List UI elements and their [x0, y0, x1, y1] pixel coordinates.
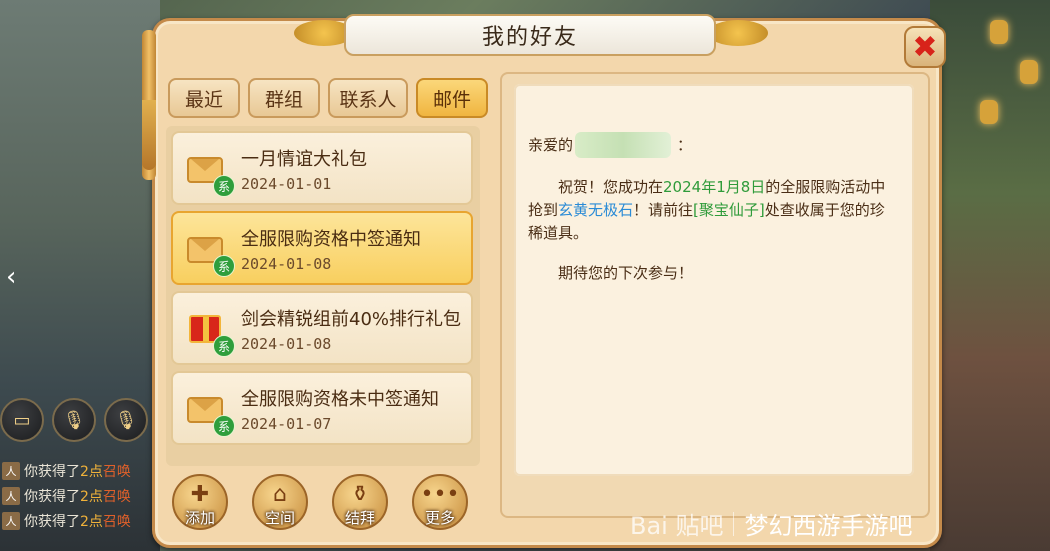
mail-list-item-selected[interactable]: 系 全服限购资格中签通知 2024-01-08 [171, 211, 473, 285]
cloud-ornament-icon [708, 20, 768, 46]
watermark: Bai 贴吧 梦幻西游手游吧 [630, 506, 912, 541]
system-badge: 系 [213, 415, 235, 437]
chat-line: 人 你获得了 2点 召唤 [0, 508, 160, 533]
sworn-brothers-button[interactable]: ⚱ 结拜 [332, 474, 388, 530]
chat-tag: 人 [2, 461, 20, 480]
mail-list-item[interactable]: 系 一月情谊大礼包 2024-01-01 [171, 131, 473, 205]
voice-buttons: ▭ 🎙 🎙 [0, 398, 148, 442]
item-link[interactable]: 玄黄无极石 [558, 201, 633, 219]
tassel-icon [142, 100, 156, 170]
close-button[interactable]: ✖ [904, 26, 946, 68]
mail-body: 祝贺！您成功在2024年1月8日的全服限购活动中抢到玄黄无极石！请前往[聚宝仙子… [528, 178, 886, 242]
space-button[interactable]: ⌂ 空间 [252, 474, 308, 530]
microphone-icon[interactable]: 🎙 [52, 398, 96, 442]
add-friend-icon: ✚ [190, 482, 210, 507]
chevron-left-icon[interactable]: ‹ [6, 262, 16, 292]
highlight-date: 2024年1月8日 [663, 178, 766, 196]
mail-letter: 亲爱的 ： 祝贺！您成功在2024年1月8日的全服限购活动中抢到玄黄无极石！请前… [514, 84, 914, 476]
lantern-icon [980, 100, 998, 124]
mail-date: 2024-01-08 [241, 335, 332, 353]
more-dots-icon: ••• [420, 482, 460, 507]
mail-title: 剑会精锐组前40%排行礼包 [241, 309, 462, 330]
more-button[interactable]: ••• 更多 [412, 474, 468, 530]
dialog-title: 我的好友 [344, 14, 716, 56]
mail-list[interactable]: 系 一月情谊大礼包 2024-01-01 系 全服限购资格中签通知 2024-0… [166, 126, 480, 466]
system-badge: 系 [213, 335, 235, 357]
baidu-tieba-logo: Bai 贴吧 [630, 512, 724, 540]
npc-link[interactable]: [聚宝仙子] [693, 201, 765, 219]
mail-date: 2024-01-08 [241, 255, 332, 273]
mail-list-item[interactable]: 系 全服限购资格未中签通知 2024-01-07 [171, 371, 473, 445]
system-badge: 系 [213, 255, 235, 277]
chat-log: 人 你获得了 2点 召唤 人 你获得了 2点 召唤 人 你获得了 2点 召唤 [0, 458, 160, 533]
mail-list-item[interactable]: 系 剑会精锐组前40%排行礼包 2024-01-08 [171, 291, 473, 365]
tab-mail[interactable]: 邮件 [416, 78, 488, 118]
tab-groups[interactable]: 群组 [248, 78, 320, 118]
mail-title: 全服限购资格未中签通知 [241, 389, 439, 410]
tab-bar: 最近 群组 联系人 邮件 [168, 78, 488, 118]
mail-closing: 期待您的下次参与！ [558, 264, 694, 282]
divider [733, 511, 735, 536]
add-friend-button[interactable]: ✚ 添加 [172, 474, 228, 530]
mail-date: 2024-01-07 [241, 415, 332, 433]
chat-bubble-icon[interactable]: ▭ [0, 398, 44, 442]
bottom-toolbar: ✚ 添加 ⌂ 空间 ⚱ 结拜 ••• 更多 [172, 474, 468, 530]
mail-title: 全服限购资格中签通知 [241, 229, 421, 250]
lantern-icon [990, 20, 1008, 44]
mail-title: 一月情谊大礼包 [241, 149, 367, 170]
house-icon: ⌂ [273, 482, 287, 507]
salutation: 亲爱的 ： [528, 132, 692, 158]
tab-contacts[interactable]: 联系人 [328, 78, 408, 118]
chat-tag: 人 [2, 486, 20, 505]
system-badge: 系 [213, 175, 235, 197]
lantern-icon [1020, 60, 1038, 84]
blurred-username [575, 132, 672, 158]
chat-line: 人 你获得了 2点 召唤 [0, 483, 160, 508]
jar-icon: ⚱ [350, 482, 370, 507]
forum-name: 梦幻西游手游吧 [744, 512, 913, 540]
chat-tag: 人 [2, 511, 20, 530]
chat-line: 人 你获得了 2点 召唤 [0, 458, 160, 483]
close-icon: ✖ [912, 29, 938, 65]
microphone-icon[interactable]: 🎙 [104, 398, 148, 442]
tab-recent[interactable]: 最近 [168, 78, 240, 118]
mail-date: 2024-01-01 [241, 175, 332, 193]
